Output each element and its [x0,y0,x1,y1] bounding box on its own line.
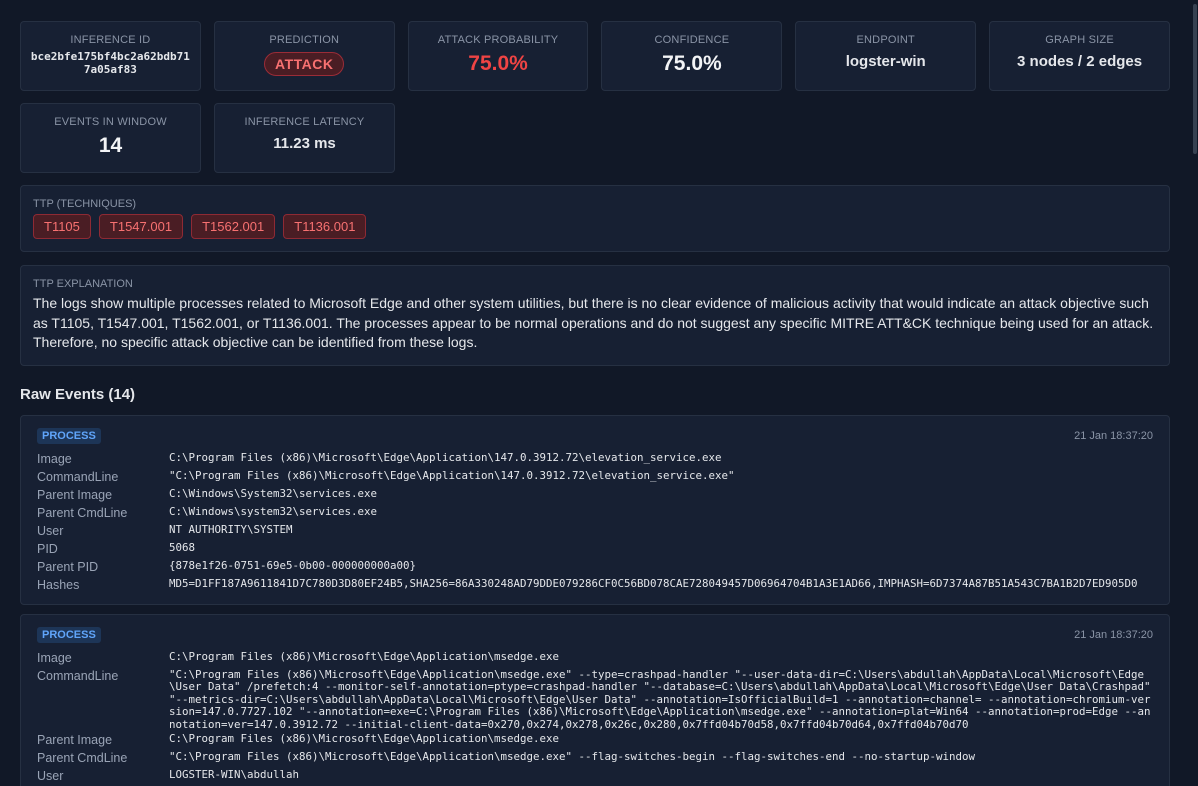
event-field-value: {878e1f26-0751-69e5-0b00-000000000a00} [169,558,417,572]
event-type-badge: PROCESS [37,626,101,643]
graph-size-card: GRAPH SIZE 3 nodes / 2 edges [989,21,1170,91]
ttp-chip[interactable]: T1547.001 [98,214,184,239]
attack-probability-card: ATTACK PROBABILITY 75.0% [407,21,589,91]
stat-label: INFERENCE ID [70,34,151,46]
attack-probability-value: 75.0% [468,52,528,75]
event-field-value: LOGSTER-WIN\abdullah [169,768,300,781]
event-field-key: Parent Image [37,733,113,747]
event-field-row: Image C:\Program Files (x86)\Microsoft\Ed… [37,450,1153,468]
inference-latency-card: INFERENCE LATENCY 11.23 ms [214,103,395,173]
event-field-value: MD5=D1FF187A9611841D7C780D3D80EF24B5,SHA… [169,576,1138,590]
ttp-chip[interactable]: T1105 [33,214,91,239]
event-field-key: Parent CmdLine [37,505,128,520]
event-timestamp: 21 Jan 18:37:20 [1074,628,1153,641]
ttp-chip[interactable]: T1562.001 [191,214,276,239]
stat-label: ATTACK PROBABILITY [437,34,559,46]
event-field-key: User [37,523,64,538]
event-card: PROCESS 21 Jan 18:37:20 Image C:\Program Fi… [20,613,1170,786]
event-field-row: User NT AUTHORITY\SYSTEM [37,522,1153,540]
confidence-card: CONFIDENCE 75.0% [601,21,783,91]
event-field-value: C:\Program Files (x86)\Microsoft\Edge\Ap… [169,732,560,745]
event-field-value: C:\Windows\System32\services.exe [169,486,378,500]
explanation-text: The logs show multiple processes related… [33,295,1154,350]
endpoint-card: ENDPOINT logster-win [795,21,977,91]
event-field-key: Image [37,451,72,466]
scroll-thumb[interactable] [1193,4,1197,154]
event-field-row: Parent PID {878e1f26-0751-69e5-0b00-00000… [37,558,1153,576]
event-field-value: "C:\Program Files (x86)\Microsoft\Edge\A… [169,468,735,482]
event-header: PROCESS 21 Jan 18:37:20 [37,626,1153,643]
event-field-key: Parent Image [37,487,113,502]
inference-latency-value: 11.23 ms [273,135,336,152]
stat-label: EVENTS IN WINDOW [54,116,167,128]
event-timestamp: 21 Jan 18:37:20 [1074,429,1153,442]
stat-label: CONFIDENCE [654,34,730,46]
inference-id-card: INFERENCE ID bce2bfe175bf4bc2a62bdb717a0… [20,21,201,91]
event-field-value: "C:\Program Files (x86)\Microsoft\Edge\A… [169,667,1158,731]
scrollbar[interactable] [1192,0,1198,786]
raw-events-list: PROCESS 21 Jan 18:37:20 Image C:\Program Fi… [20,414,1170,786]
events-in-window-value: 14 [98,134,123,157]
event-type-badge: PROCESS [37,427,101,444]
event-header: PROCESS 21 Jan 18:37:20 [37,427,1153,444]
event-field-value: NT AUTHORITY\SYSTEM [169,522,293,536]
event-field-value: C:\Program Files (x86)\Microsoft\Edge\Ap… [169,649,560,663]
event-field-row: Parent Image C:\Windows\System32\services… [37,486,1153,504]
graph-size-value: 3 nodes / 2 edges [1017,53,1143,70]
ttp-list: T1105 T1547.001 T1562.001 T1136.001 [33,214,1157,239]
event-field-key: Parent CmdLine [37,751,128,765]
confidence-value: 75.0% [662,52,722,75]
ttp-panel: TTP (TECHNIQUES) T1105 T1547.001 T1562.0… [20,185,1170,252]
event-field-row: PID 5068 [37,540,1153,558]
event-field-key: Hashes [37,577,80,592]
ttp-label: TTP (TECHNIQUES) [33,198,137,210]
endpoint-value: logster-win [845,53,926,70]
event-field-key: Image [37,650,72,665]
event-field-row: Parent CmdLine C:\Windows\system32\servic… [37,504,1153,522]
event-field-value: "C:\Program Files (x86)\Microsoft\Edge\A… [169,750,976,763]
inference-id-value: bce2bfe175bf4bc2a62bdb717a05af83 [30,50,190,76]
event-field-row: CommandLine "C:\Program Files (x86)\Micro… [37,667,1153,732]
main-content: INFERENCE ID bce2bfe175bf4bc2a62bdb717a0… [20,21,1170,786]
event-field-key: Parent PID [37,559,99,574]
stat-label: GRAPH SIZE [1045,34,1114,46]
stats-row-2: EVENTS IN WINDOW 14 INFERENCE LATENCY 11… [20,103,1170,173]
raw-events-title: Raw Events (14) [20,385,136,403]
prediction-card: PREDICTION ATTACK [213,21,395,91]
event-field-row: Hashes MD5=D1FF187A9611841D7C780D3D80EF24… [37,576,1153,594]
ttp-explanation-panel: TTP EXPLANATION The logs show multiple p… [20,265,1170,366]
event-field-row: Parent Image C:\Program Files (x86)\Micro… [37,731,1153,749]
event-card: PROCESS 21 Jan 18:37:20 Image C:\Program Fi… [20,414,1170,605]
ttp-chip[interactable]: T1136.001 [283,214,367,239]
event-field-row: CommandLine "C:\Program Files (x86)\Micro… [37,468,1153,486]
event-field-key: CommandLine [37,668,119,683]
event-field-value: C:\Program Files (x86)\Microsoft\Edge\Ap… [169,450,722,464]
event-field-row: Parent CmdLine "C:\Program Files (x86)\Mi… [37,749,1153,767]
event-field-value: C:\Windows\system32\services.exe [169,504,378,518]
explanation-label: TTP EXPLANATION [33,278,133,290]
stat-label: ENDPOINT [856,34,915,46]
event-field-value: 5068 [169,540,196,554]
event-field-row: User LOGSTER-WIN\abdullah [37,767,1153,785]
events-in-window-card: EVENTS IN WINDOW 14 [20,103,201,173]
event-field-key: User [37,769,64,783]
stat-label: INFERENCE LATENCY [244,116,365,128]
event-field-key: PID [37,541,58,556]
event-field-key: CommandLine [37,469,119,484]
event-field-row: Image C:\Program Files (x86)\Microsoft\Ed… [37,649,1153,667]
stats-row-1: INFERENCE ID bce2bfe175bf4bc2a62bdb717a0… [20,21,1170,91]
stat-label: PREDICTION [269,34,340,46]
prediction-badge: ATTACK [264,52,345,76]
